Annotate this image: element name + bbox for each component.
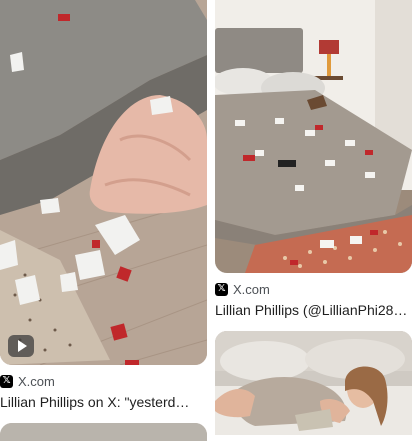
partial-result-image: [0, 423, 207, 441]
results-column-left: 𝕏 X.com Lillian Phillips on X: "yesterd…: [0, 0, 207, 441]
result-image-3[interactable]: [0, 423, 207, 441]
result-title-1[interactable]: Lillian Phillips on X: "yesterd…: [0, 393, 207, 411]
result-source-2[interactable]: 𝕏 X.com: [215, 281, 412, 297]
result-title-2[interactable]: Lillian Phillips (@LillianPhi28…: [215, 301, 412, 319]
woman-on-bed-image: [215, 331, 412, 435]
results-column-right: 𝕏 X.com Lillian Phillips (@LillianPhi28…: [215, 0, 412, 435]
x-logo-icon: 𝕏: [0, 374, 13, 388]
result-image-1[interactable]: [0, 0, 207, 365]
source-name: X.com: [233, 281, 270, 297]
video-play-badge: [8, 335, 34, 357]
x-logo-icon: 𝕏: [215, 282, 228, 296]
result-image-2[interactable]: [215, 0, 412, 273]
messy-bedroom-floor-image: [0, 0, 207, 365]
messy-bed-image: [215, 0, 412, 273]
source-name: X.com: [18, 373, 55, 389]
result-source-1[interactable]: 𝕏 X.com: [0, 373, 207, 389]
result-image-4[interactable]: [215, 331, 412, 435]
play-icon: [17, 340, 27, 352]
